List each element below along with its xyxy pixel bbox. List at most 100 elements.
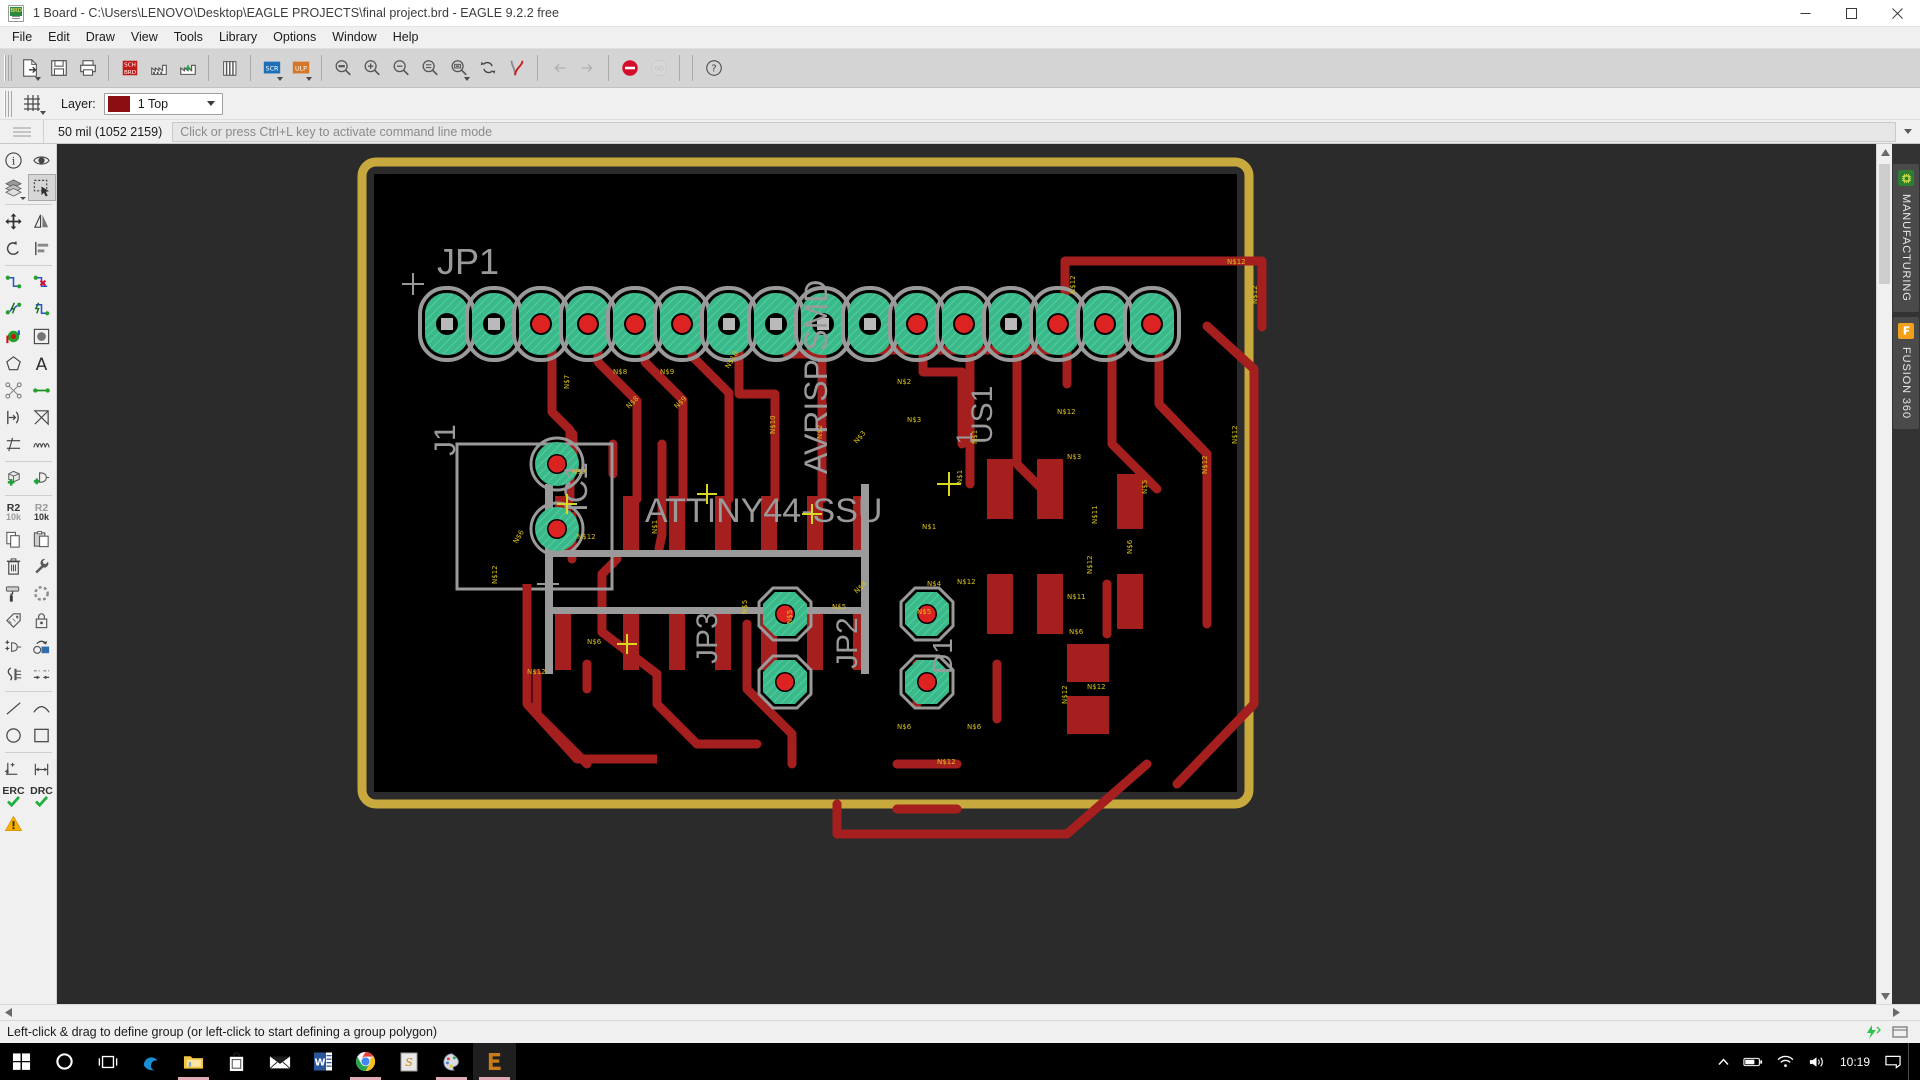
run-ulp-button[interactable]: ULP [286,54,315,83]
erc-button[interactable]: ERC [0,783,28,810]
file-explorer-button[interactable] [172,1043,215,1080]
scroll-up-button[interactable] [1877,144,1892,160]
signal-tool[interactable] [0,404,28,431]
line-tool[interactable] [0,695,28,722]
delete-tool[interactable] [0,553,28,580]
edge-button[interactable] [129,1043,172,1080]
wiggle-tool[interactable] [28,431,56,458]
group-tool[interactable] [27,174,56,201]
mail-button[interactable] [258,1043,301,1080]
command-line-input[interactable]: Click or press Ctrl+L key to activate co… [172,121,1896,142]
menu-help[interactable]: Help [385,27,427,48]
add-dimension-tool[interactable] [0,756,28,783]
zoom-select-button[interactable] [444,54,473,83]
pcb-drawing[interactable]: JP1 J1 IC1 ATTINY44-SSU AVRISP SMD US1 1… [57,144,1617,844]
menu-library[interactable]: Library [211,27,265,48]
maximize-button[interactable] [1828,0,1874,27]
add-device-tool[interactable] [28,465,56,492]
polygon-tool[interactable] [0,350,28,377]
menu-draw[interactable]: Draw [78,27,123,48]
chevron-down-icon[interactable] [35,76,41,81]
meander-tool[interactable] [28,404,56,431]
split-tool[interactable] [0,296,28,323]
add-part-tool[interactable] [0,465,28,492]
menu-window[interactable]: Window [324,27,384,48]
paint-tool[interactable] [0,580,28,607]
mirror-tool[interactable] [28,208,56,235]
attribute-tool[interactable] [0,607,28,634]
library-manager-button[interactable] [215,54,244,83]
layerbar-grip[interactable] [4,90,12,117]
taskbar-clock[interactable]: 10:19 [1832,1043,1878,1080]
show-desktop-button[interactable] [1908,1043,1916,1080]
undo-history-button[interactable] [502,54,531,83]
chevron-down-icon[interactable] [1904,129,1912,134]
chevron-down-icon[interactable] [306,76,312,81]
menu-options[interactable]: Options [265,27,324,48]
go-button[interactable]: GO [644,54,673,83]
chevron-down-icon[interactable] [464,76,470,81]
rotate-tool[interactable] [0,235,28,262]
menu-view[interactable]: View [123,27,166,48]
show-tool[interactable] [28,147,56,174]
zoom-in-button[interactable] [357,54,386,83]
add-pin-tool[interactable] [0,634,28,661]
ratsnest-tool[interactable] [0,377,28,404]
vertical-scroll-thumb[interactable] [1879,164,1890,284]
redraw-button[interactable] [473,54,502,83]
drc-button[interactable]: DRC [28,783,56,810]
dashed-circle-tool[interactable] [28,580,56,607]
measure-tool[interactable] [28,756,56,783]
minimize-button[interactable] [1782,0,1828,27]
open-file-button[interactable] [15,54,44,83]
value-tool[interactable]: R2 10k [28,499,56,526]
zoom-fit-button[interactable] [328,54,357,83]
help-button[interactable]: ? [699,54,728,83]
lock-tool[interactable] [28,607,56,634]
hole-tool[interactable] [28,323,56,350]
close-button[interactable] [1874,0,1920,27]
airwire-tool[interactable] [28,377,56,404]
start-button[interactable] [0,1043,43,1080]
name-tool[interactable]: R2 10k [0,499,28,526]
word-button[interactable]: W [301,1043,344,1080]
slant-tool[interactable] [0,431,28,458]
grid-display-button[interactable] [0,120,44,143]
microsoft-store-button[interactable] [215,1043,258,1080]
menu-tools[interactable]: Tools [166,27,211,48]
task-view-button[interactable] [86,1043,129,1080]
save-button[interactable] [44,54,73,83]
stop-button[interactable] [615,54,644,83]
undo-button[interactable] [544,54,573,83]
arc-tool[interactable] [28,695,56,722]
cam-processor-button[interactable] [144,54,173,83]
layer-select[interactable]: 1 Top [103,92,223,115]
print-button[interactable] [73,54,102,83]
zoom-redraw-button[interactable] [415,54,444,83]
box-icon[interactable] [1892,1025,1908,1039]
chrome-button[interactable] [344,1043,387,1080]
cortana-search-button[interactable] [43,1043,86,1080]
dimension-tool[interactable] [28,661,56,688]
sublime-button[interactable]: S [387,1043,430,1080]
rectangle-tool[interactable] [28,722,56,749]
battery-icon-button[interactable] [1736,1043,1770,1080]
switch-to-schematic-button[interactable]: SCH BRD [115,54,144,83]
replace-tool[interactable] [28,634,56,661]
circle-tool[interactable] [0,722,28,749]
lightning-icon[interactable] [1864,1025,1882,1039]
pcb-canvas-inner[interactable]: JP1 J1 IC1 ATTINY44-SSU AVRISP SMD US1 1… [57,144,1892,1004]
zoom-out-button[interactable] [386,54,415,83]
chevron-down-icon[interactable] [40,110,46,115]
tab-fusion-360[interactable]: FUSION 360 [1893,316,1919,429]
info-tool[interactable]: i [0,147,28,174]
via-tool[interactable] [0,323,28,350]
chevron-down-icon[interactable] [206,101,215,106]
scroll-right-button[interactable] [1888,1005,1904,1021]
text-tool[interactable]: A [28,350,56,377]
move-tool[interactable] [0,208,28,235]
manufacturing-preview-button[interactable] [173,54,202,83]
route-tool[interactable] [0,269,28,296]
scroll-left-button[interactable] [0,1005,16,1021]
canvas-vertical-scrollbar[interactable] [1876,144,1892,1004]
